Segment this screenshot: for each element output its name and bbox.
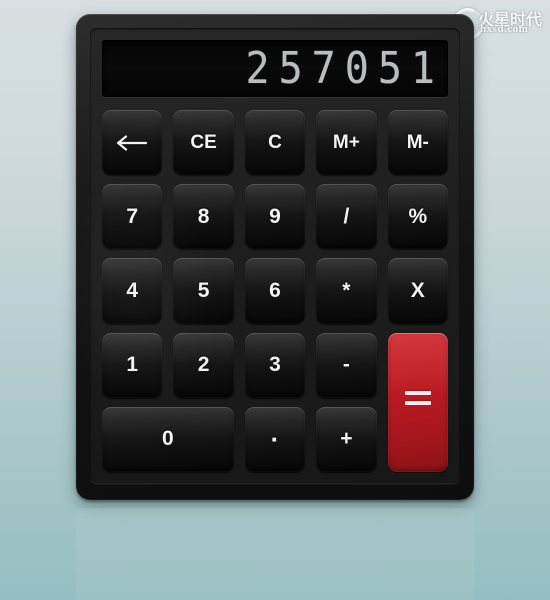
digit-1-key[interactable]: 1 [102, 332, 163, 398]
equals-icon [404, 391, 431, 406]
calculator-keypad: CE C M+ M- 7 8 9 / % 4 5 6 * X 1 2 3 - 0… [102, 110, 448, 472]
clear-entry-key[interactable]: CE [173, 110, 234, 176]
digit-4-key[interactable]: 4 [102, 258, 163, 324]
display-value: 257051 [245, 43, 444, 94]
memory-subtract-key[interactable]: M- [387, 110, 448, 176]
memory-add-key[interactable]: M+ [316, 110, 377, 176]
watermark-chinese-text: 火星时代 [478, 10, 543, 29]
calculator-body: 257051 CE C M+ M- 7 8 9 / % 4 5 6 * X 1 … [76, 14, 474, 500]
digit-7-key[interactable]: 7 [102, 184, 163, 250]
calculator-device: 257051 CE C M+ M- 7 8 9 / % 4 5 6 * X 1 … [76, 14, 474, 500]
subtract-key[interactable]: - [316, 332, 377, 398]
add-key[interactable]: + [316, 406, 377, 472]
digit-5-key[interactable]: 5 [173, 258, 234, 324]
divide-key[interactable]: / [316, 184, 377, 250]
watermark-domain-text: hxsd.com [480, 23, 529, 35]
backspace-key[interactable] [102, 110, 163, 176]
equals-key[interactable] [387, 332, 448, 472]
percent-key[interactable]: % [387, 184, 448, 250]
arrow-left-icon [115, 134, 149, 151]
calculator-reflection: 0 · + [76, 508, 474, 600]
digit-6-key[interactable]: 6 [244, 258, 306, 324]
calculator-inner-panel: 257051 CE C M+ M- 7 8 9 / % 4 5 6 * X 1 … [90, 28, 460, 484]
digit-8-key[interactable]: 8 [173, 184, 234, 250]
reflection-fade-mask [76, 508, 474, 600]
asterisk-key[interactable]: * [316, 258, 377, 324]
multiply-key[interactable]: X [387, 258, 448, 324]
calculator-display: 257051 [102, 40, 448, 97]
digit-0-key[interactable]: 0 [102, 406, 234, 472]
digit-2-key[interactable]: 2 [173, 332, 234, 398]
decimal-point-key[interactable]: · [244, 406, 306, 472]
clear-key[interactable]: C [244, 110, 306, 176]
digit-9-key[interactable]: 9 [244, 184, 306, 250]
digit-3-key[interactable]: 3 [244, 332, 306, 398]
